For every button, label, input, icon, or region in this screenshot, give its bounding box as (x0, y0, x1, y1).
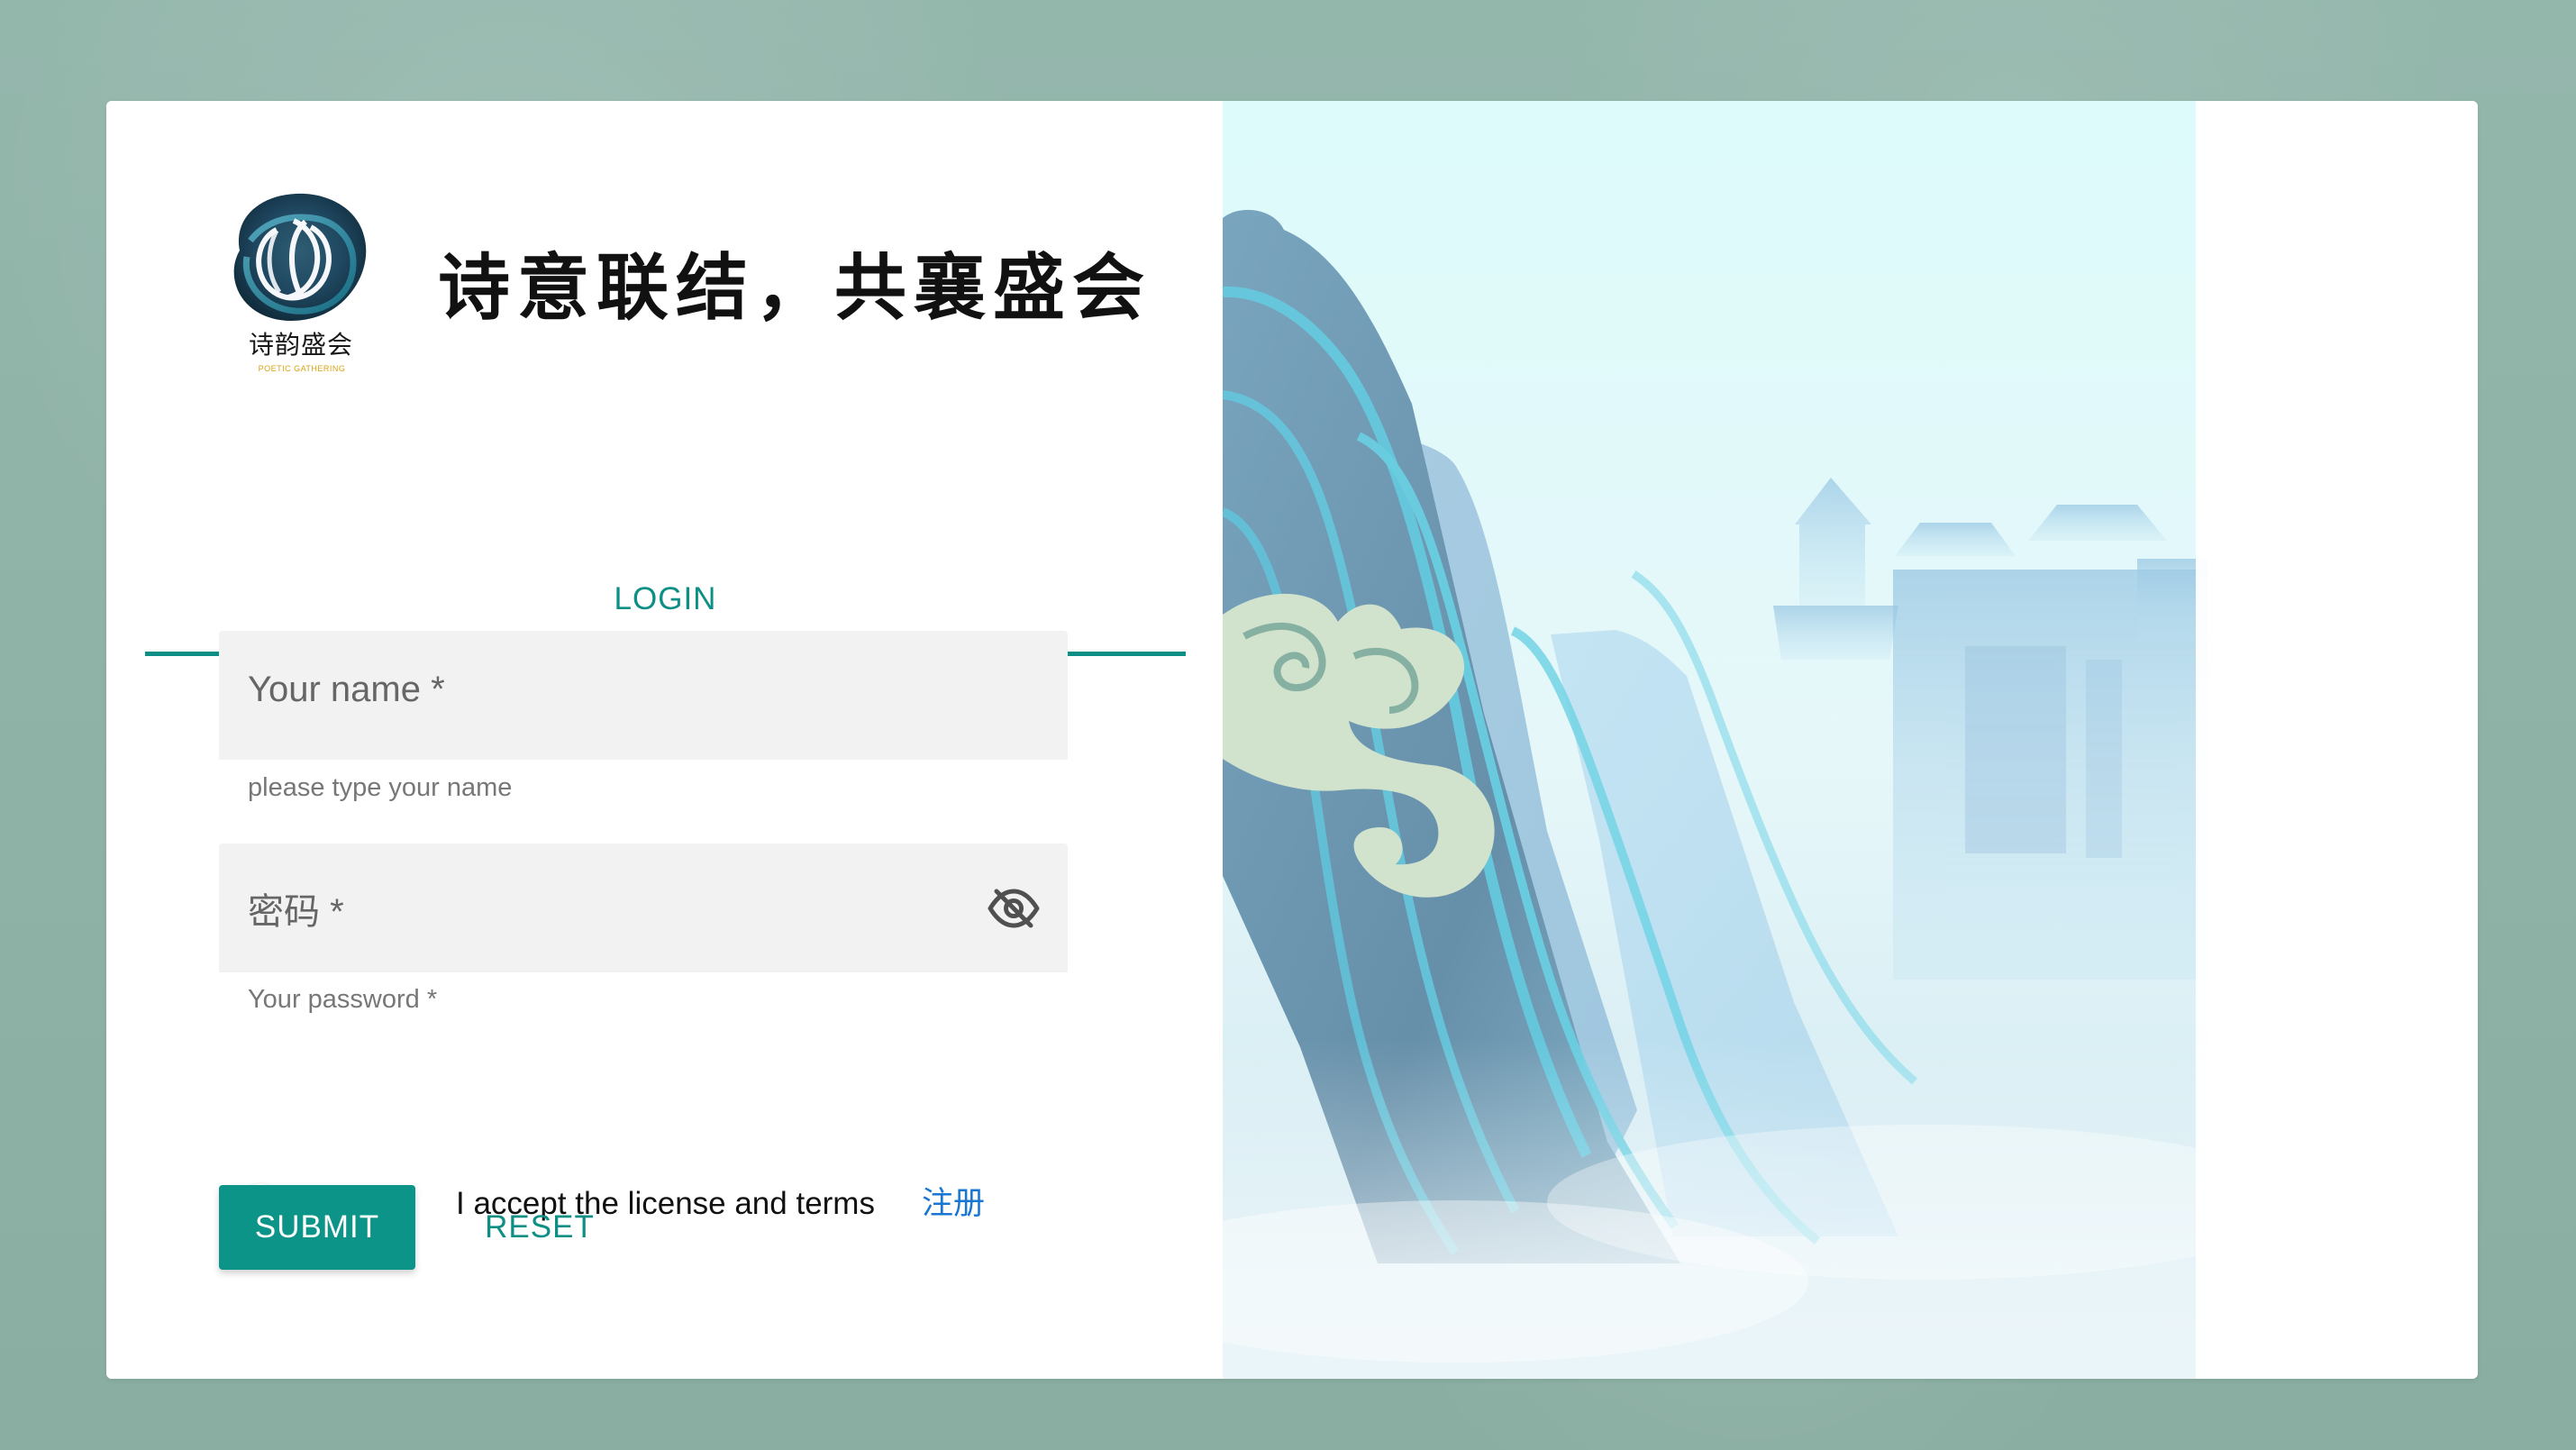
visibility-off-icon[interactable] (987, 885, 1041, 932)
register-link[interactable]: 注册 (922, 1180, 985, 1228)
landscape-illustration (1223, 101, 2208, 1379)
name-hint: please type your name (248, 773, 513, 802)
brand-tagline: POETIC GATHERING (258, 364, 346, 373)
password-input[interactable] (248, 872, 987, 943)
login-card: 诗韵盛会 POETIC GATHERING 诗意联结，共襄盛会 LOGIN Yo… (106, 101, 2478, 1379)
illustration-panel (1223, 101, 2208, 1379)
submit-button[interactable]: SUBMIT (219, 1185, 415, 1270)
poetic-logo-icon (233, 193, 367, 321)
password-field[interactable]: 密码 * (219, 844, 1068, 972)
brand-subtitle: 诗韵盛会 (248, 330, 353, 360)
password-hint: Your password * (248, 985, 438, 1014)
brand-logo: 诗韵盛会 POETIC GATHERING (214, 187, 387, 388)
name-input[interactable] (248, 660, 987, 730)
reset-button[interactable]: RESET (465, 1185, 614, 1270)
login-panel: 诗韵盛会 POETIC GATHERING 诗意联结，共襄盛会 LOGIN Yo… (106, 101, 1223, 1379)
page-slogan: 诗意联结，共襄盛会 (438, 245, 1151, 330)
name-field[interactable]: Your name * (219, 631, 1068, 760)
